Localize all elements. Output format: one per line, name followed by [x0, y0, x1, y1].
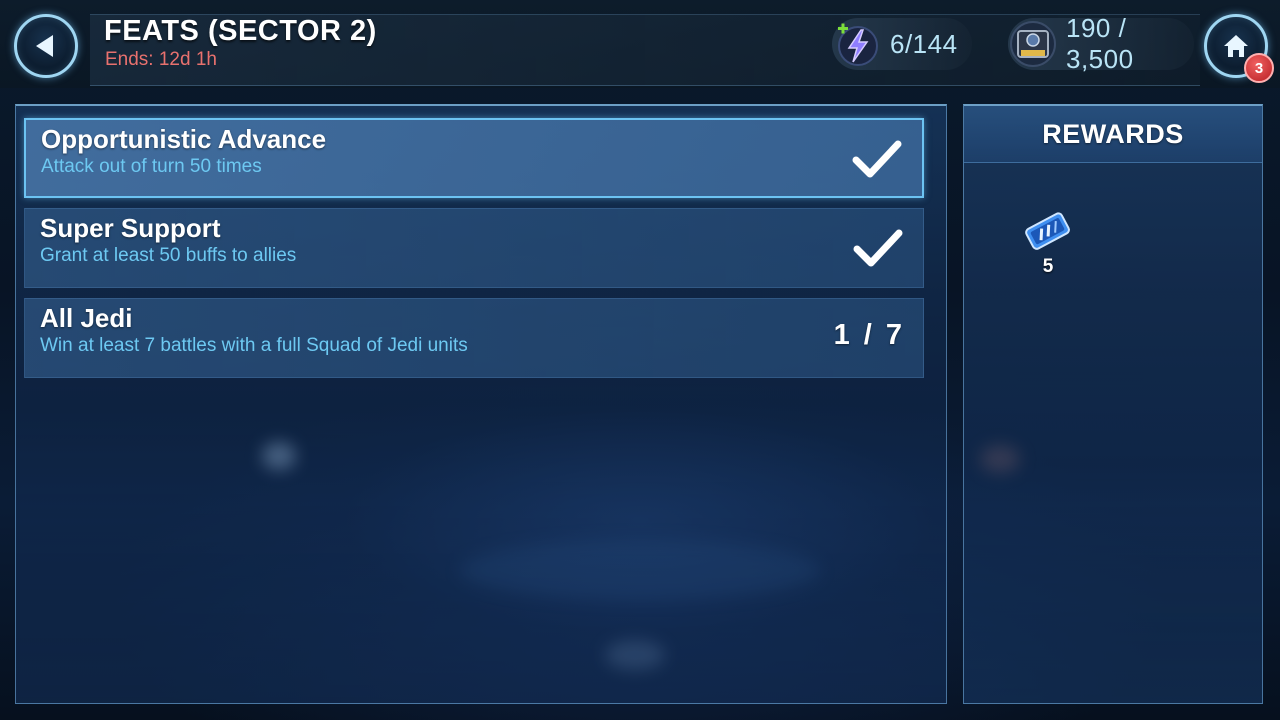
conquest-credits-counter[interactable]: 190 / 3,500 [1008, 13, 1194, 74]
rewards-title: REWARDS [1042, 118, 1184, 149]
checkmark-icon [852, 140, 902, 178]
conquest-crate-key-icon [1025, 212, 1070, 250]
feat-title: Opportunistic Advance [41, 124, 327, 154]
feat-description: Grant at least 50 buffs to allies [40, 245, 297, 266]
feats-list-panel: Opportunistic Advance Attack out of turn… [15, 104, 947, 704]
rewards-header: REWARDS [964, 106, 1262, 163]
feat-description: Attack out of turn 50 times [41, 156, 262, 177]
checkmark-icon [853, 229, 903, 267]
back-arrow-icon [36, 35, 53, 57]
energy-value: 6/144 [890, 28, 958, 59]
energy-counter[interactable]: 6/144 [832, 18, 972, 70]
back-button[interactable] [14, 14, 78, 78]
conquest-credits-icon [1008, 19, 1058, 69]
top-bar: FEATS (SECTOR 2) Ends: 12d 1h 6/144 190 … [0, 0, 1280, 88]
page-title: FEATS (SECTOR 2) [104, 15, 377, 47]
feat-description: Win at least 7 battles with a full Squad… [40, 335, 468, 356]
notification-badge: 3 [1244, 53, 1274, 83]
feat-title: Super Support [40, 213, 221, 243]
event-timer: Ends: 12d 1h [105, 49, 217, 70]
feats-screen: FEATS (SECTOR 2) Ends: 12d 1h 6/144 190 … [0, 0, 1280, 720]
feat-progress: 1 / 7 [833, 319, 905, 351]
home-icon [1224, 35, 1248, 57]
reward-count: 5 [1042, 256, 1054, 277]
rewards-panel: REWARDS 5 [963, 104, 1263, 704]
conquest-credits-value: 190 / 3,500 [1066, 13, 1134, 74]
lightning-energy-icon [832, 19, 882, 69]
feat-row-super-support[interactable]: Super Support Grant at least 50 buffs to… [24, 208, 924, 288]
feat-row-opportunistic-advance[interactable]: Opportunistic Advance Attack out of turn… [24, 118, 924, 198]
feat-row-all-jedi[interactable]: All Jedi Win at least 7 battles with a f… [24, 298, 924, 378]
feat-title: All Jedi [40, 303, 133, 333]
reward-item[interactable]: 5 [1020, 206, 1076, 278]
